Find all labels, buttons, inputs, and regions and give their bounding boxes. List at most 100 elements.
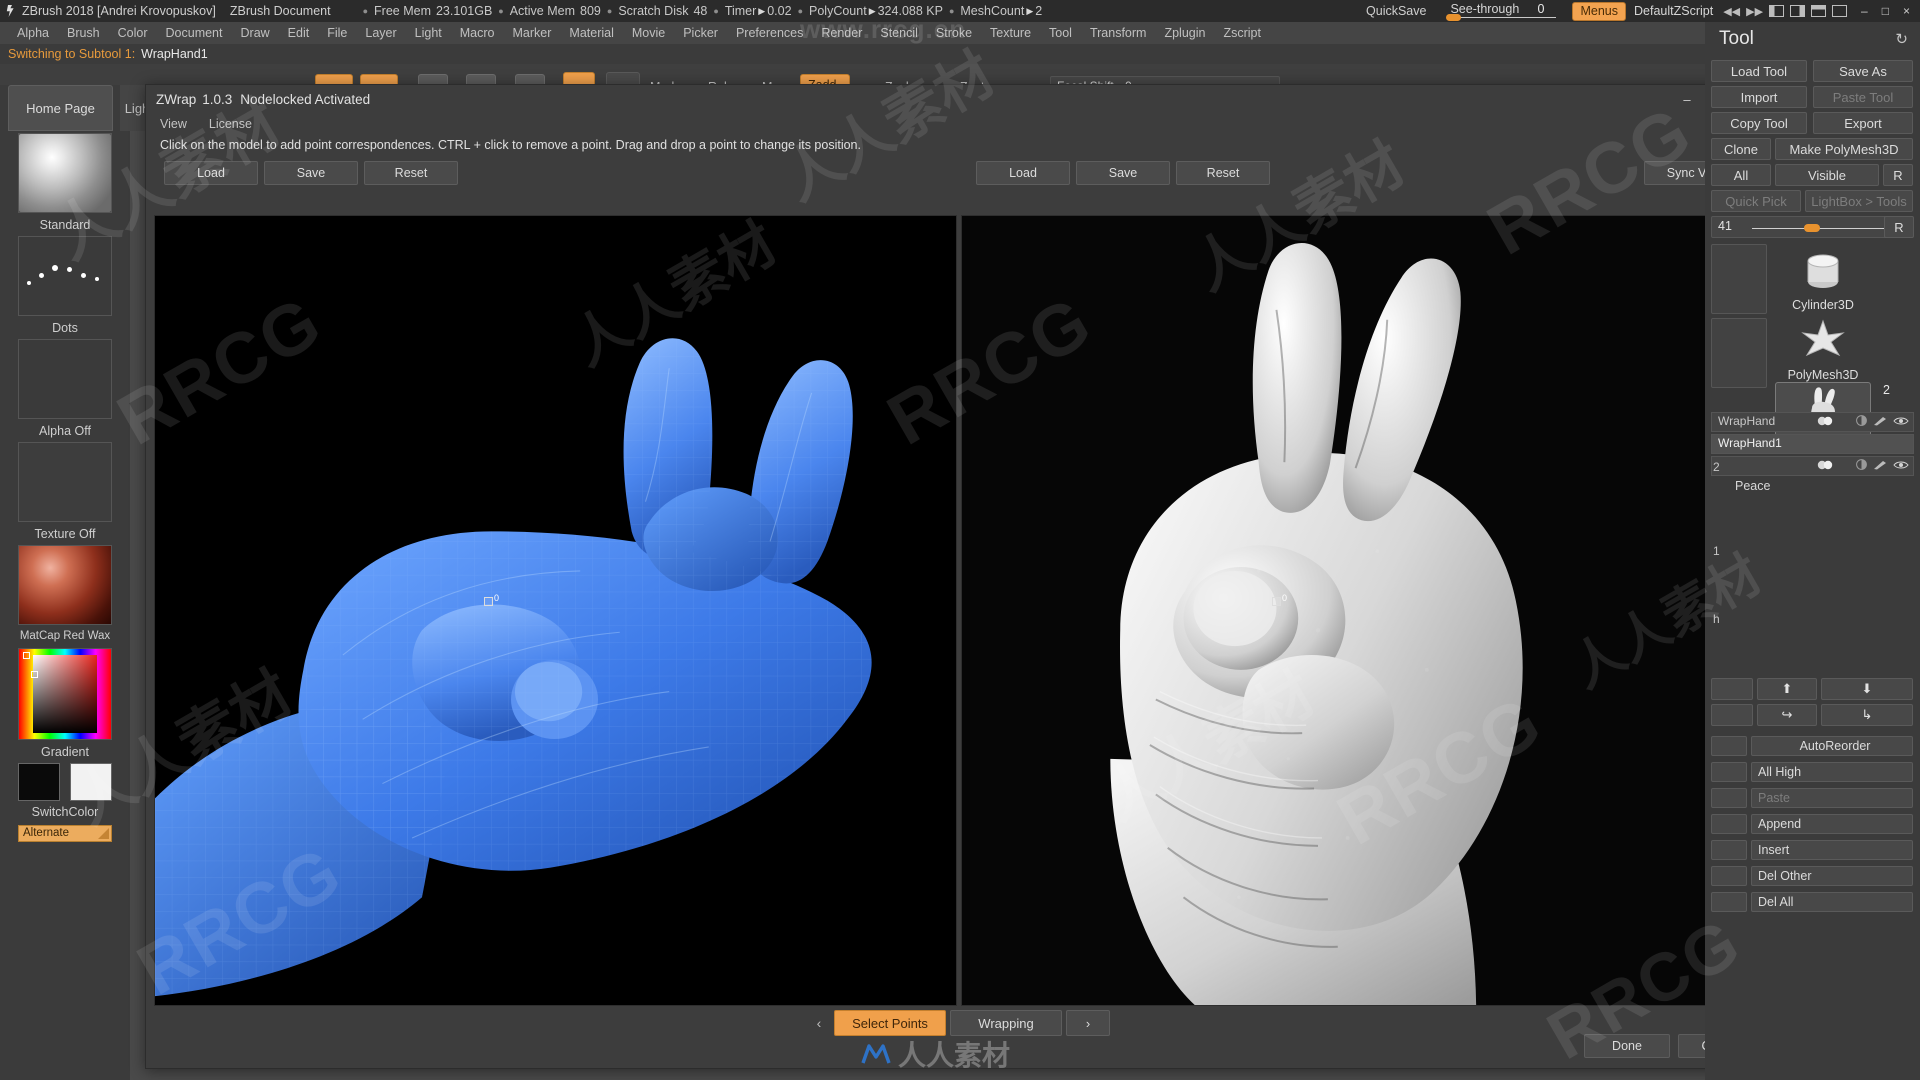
- panel-icon-3[interactable]: [1811, 5, 1827, 17]
- rewind-icon[interactable]: ◀◀: [1723, 5, 1740, 18]
- menu-item-edit[interactable]: Edit: [279, 22, 319, 44]
- zscript-playback-controls[interactable]: ◀◀ ▶▶: [1723, 5, 1848, 18]
- insert-button[interactable]: Insert: [1751, 840, 1913, 860]
- correspondence-point-marker[interactable]: 0: [1272, 593, 1288, 610]
- brush-swatch[interactable]: [18, 133, 112, 213]
- zwrap-title-bar[interactable]: ZWrap 1.0.3 Nodelocked Activated – ❐ ✕: [146, 85, 1772, 113]
- merge-placeholder[interactable]: [1711, 704, 1753, 726]
- menu-item-file[interactable]: File: [318, 22, 356, 44]
- tool-size-slider[interactable]: 41 R: [1711, 216, 1914, 238]
- menu-item-light[interactable]: Light: [406, 22, 451, 44]
- default-zscript-label[interactable]: DefaultZScript: [1634, 4, 1713, 18]
- copy-tool-button[interactable]: Copy Tool: [1711, 112, 1807, 134]
- list-left-button-3[interactable]: [1711, 788, 1747, 808]
- subtool-row-icons[interactable]: [1817, 459, 1909, 470]
- subtool-row-icons-secondary[interactable]: [1711, 456, 1914, 476]
- home-page-tab[interactable]: Home Page: [8, 85, 113, 131]
- panel-icon-2[interactable]: [1790, 5, 1806, 17]
- make-polymesh3d-button[interactable]: Make PolyMesh3D: [1775, 138, 1913, 160]
- menu-item-marker[interactable]: Marker: [504, 22, 561, 44]
- move-up-button[interactable]: ⬆: [1757, 678, 1817, 700]
- panel-icon-4[interactable]: [1832, 5, 1848, 17]
- move-right-button[interactable]: ↪: [1757, 704, 1817, 726]
- target-scan-viewport[interactable]: 0: [961, 215, 1764, 1006]
- left-load-button[interactable]: Load: [164, 161, 258, 185]
- material-swatch[interactable]: [18, 545, 112, 625]
- left-save-button[interactable]: Save: [264, 161, 358, 185]
- subtool-layer-row[interactable]: Peace: [1711, 478, 1914, 498]
- move-down-button[interactable]: ⬇: [1821, 678, 1913, 700]
- stroke-swatch[interactable]: [18, 236, 112, 316]
- slider-knob[interactable]: [1446, 14, 1462, 21]
- close-button[interactable]: ×: [1903, 4, 1910, 18]
- all-button[interactable]: All: [1711, 164, 1771, 186]
- tool-slot-left-top[interactable]: [1711, 244, 1767, 314]
- menu-item-brush[interactable]: Brush: [58, 22, 109, 44]
- visible-reset-button[interactable]: R: [1883, 164, 1913, 186]
- move-up-placeholder[interactable]: [1711, 678, 1753, 700]
- list-left-button-5[interactable]: [1711, 840, 1747, 860]
- menu-item-alpha[interactable]: Alpha: [8, 22, 58, 44]
- paste-subtool-button[interactable]: Paste: [1751, 788, 1913, 808]
- all-high-button[interactable]: All High: [1751, 762, 1913, 782]
- secondary-color-swatch[interactable]: [70, 763, 112, 801]
- tool-thumb-cylinder3d[interactable]: Cylinder3D: [1775, 244, 1871, 312]
- clone-button[interactable]: Clone: [1711, 138, 1771, 160]
- list-left-button-6[interactable]: [1711, 866, 1747, 886]
- append-button[interactable]: Append: [1751, 814, 1913, 834]
- zwrap-menu-license[interactable]: License: [209, 117, 252, 131]
- menu-item-layer[interactable]: Layer: [356, 22, 405, 44]
- left-reset-button[interactable]: Reset: [364, 161, 458, 185]
- subtool-row-wraphand[interactable]: WrapHand: [1711, 412, 1914, 432]
- tool-slot-left-bottom[interactable]: [1711, 318, 1767, 388]
- minimize-button[interactable]: –: [1861, 4, 1868, 18]
- save-as-button[interactable]: Save As: [1813, 60, 1913, 82]
- menu-item-movie[interactable]: Movie: [623, 22, 674, 44]
- lightbox-tools-button[interactable]: LightBox > Tools: [1805, 190, 1913, 212]
- menu-item-color[interactable]: Color: [109, 22, 157, 44]
- zwrap-menu-view[interactable]: View: [160, 117, 187, 131]
- tab-wrapping[interactable]: Wrapping: [950, 1010, 1062, 1036]
- list-left-button-7[interactable]: [1711, 892, 1747, 912]
- alpha-swatch[interactable]: [18, 339, 112, 419]
- slider-knob[interactable]: [1804, 224, 1820, 232]
- list-left-button-1[interactable]: [1711, 736, 1747, 756]
- menu-item-tool[interactable]: Tool: [1040, 22, 1081, 44]
- color-picker-swatch[interactable]: [18, 648, 112, 740]
- maximize-button[interactable]: □: [1882, 4, 1889, 18]
- menu-item-zscript[interactable]: Zscript: [1214, 22, 1270, 44]
- export-button[interactable]: Export: [1813, 112, 1913, 134]
- del-other-button[interactable]: Del Other: [1751, 866, 1913, 886]
- menu-item-draw[interactable]: Draw: [232, 22, 279, 44]
- primary-color-swatch[interactable]: [18, 763, 60, 801]
- menu-item-picker[interactable]: Picker: [674, 22, 727, 44]
- slider-reset-button[interactable]: R: [1884, 216, 1914, 238]
- right-reset-button[interactable]: Reset: [1176, 161, 1270, 185]
- quick-pick-button[interactable]: Quick Pick: [1711, 190, 1801, 212]
- autoreorder-button[interactable]: AutoReorder: [1751, 736, 1913, 756]
- visible-button[interactable]: Visible: [1775, 164, 1879, 186]
- tool-thumb-polymesh3d[interactable]: PolyMesh3D: [1775, 314, 1871, 382]
- subtool-row-wraphand1[interactable]: WrapHand1: [1711, 434, 1914, 454]
- subtool-row-icons[interactable]: [1817, 415, 1909, 426]
- menu-item-macro[interactable]: Macro: [451, 22, 504, 44]
- paste-tool-button[interactable]: Paste Tool: [1813, 86, 1913, 108]
- menus-button[interactable]: Menus: [1572, 1, 1626, 21]
- import-button[interactable]: Import: [1711, 86, 1807, 108]
- move-into-button[interactable]: ↳: [1821, 704, 1913, 726]
- right-save-button[interactable]: Save: [1076, 161, 1170, 185]
- rotate-icon[interactable]: ↻: [1895, 30, 1908, 48]
- zwrap-minimize-button[interactable]: –: [1670, 85, 1704, 113]
- prev-stage-arrow-icon[interactable]: ‹: [806, 1010, 832, 1036]
- alternate-button[interactable]: Alternate: [18, 825, 112, 842]
- del-all-button[interactable]: Del All: [1751, 892, 1913, 912]
- list-left-button-2[interactable]: [1711, 762, 1747, 782]
- right-load-button[interactable]: Load: [976, 161, 1070, 185]
- see-through-slider[interactable]: See-through 0: [1444, 0, 1562, 22]
- correspondence-point-marker[interactable]: 0: [484, 593, 500, 610]
- menu-item-transform[interactable]: Transform: [1081, 22, 1156, 44]
- done-button[interactable]: Done: [1584, 1034, 1670, 1058]
- tab-select-points[interactable]: Select Points: [834, 1010, 946, 1036]
- step-icon[interactable]: ▶▶: [1746, 5, 1763, 18]
- color-field[interactable]: [33, 655, 97, 733]
